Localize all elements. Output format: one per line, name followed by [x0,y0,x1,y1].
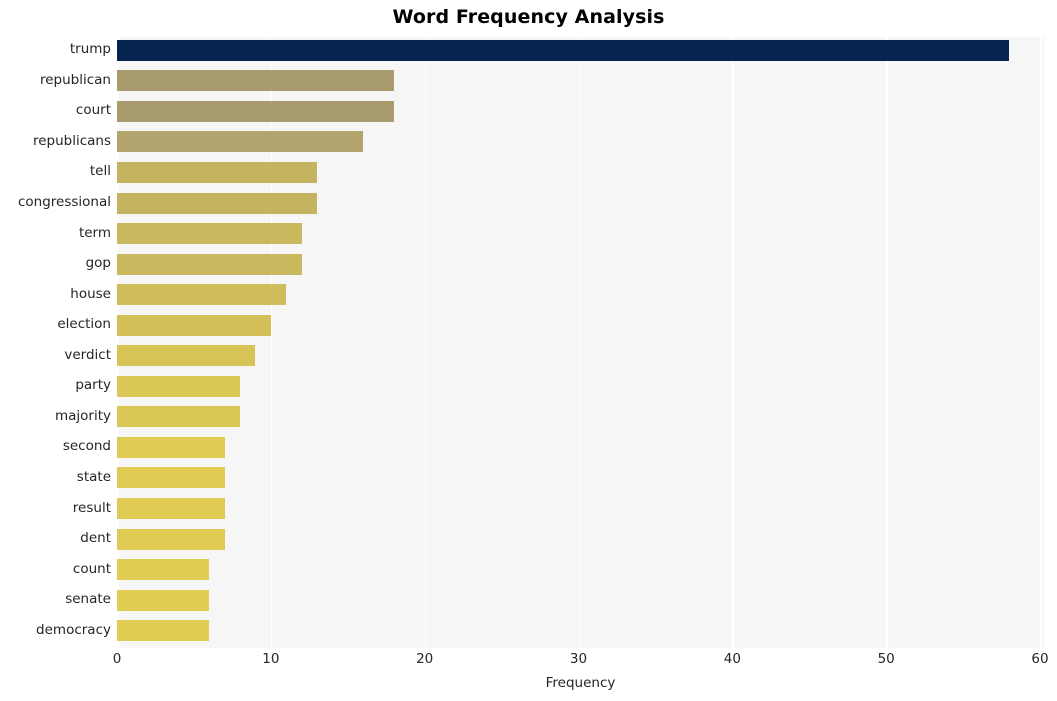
bar-row [117,223,1044,245]
bar-republicans [117,131,364,153]
word-frequency-bar-chart: Word Frequency Analysis trump republican c… [0,0,1057,701]
x-tick-label-50: 50 [877,651,895,667]
x-tick-label-60: 60 [1031,651,1049,667]
bar-row [117,375,1044,397]
bar-second [117,436,225,458]
y-tick-label-trump: trump [69,41,111,58]
y-tick-label-state: state [76,468,111,485]
bar-row [117,314,1044,336]
y-tick-label-election: election [57,316,111,333]
y-tick-label-verdict: verdict [64,346,111,363]
bar-row [117,39,1044,61]
y-tick-label-senate: senate [65,591,111,608]
bar-result [117,498,225,520]
bar-row [117,284,1044,306]
bar-election [117,314,271,336]
x-tick-label-20: 20 [416,651,434,667]
bar-row [117,131,1044,153]
y-tick-label-majority: majority [54,407,111,424]
y-tick-label-dent: dent [80,530,111,547]
bar-term [117,223,302,245]
y-tick-label-result: result [72,499,111,516]
bar-row [117,100,1044,122]
bar-democracy [117,620,210,642]
x-axis-tick-labels: 0 10 20 30 40 50 60 [113,651,1049,671]
x-tick-label-30: 30 [569,651,588,667]
y-tick-label-congressional: congressional [17,194,111,211]
y-tick-label-court: court [75,102,111,119]
plot-area [117,37,1044,648]
y-tick-label-tell: tell [89,163,111,180]
bar-house [117,284,287,306]
bar-republican [117,70,394,92]
bar-row [117,406,1044,428]
bar-row [117,436,1044,458]
bar-row [117,620,1044,642]
y-tick-label-democracy: democracy [36,621,111,638]
y-axis-category-labels: trump republican court republicans tell congr… [0,37,111,648]
y-tick-label-count: count [72,560,111,577]
bar-state [117,467,225,489]
chart-title: Word Frequency Analysis [392,6,665,28]
bar-dent [117,528,225,550]
x-axis-title: Frequency [545,675,616,691]
bar-row [117,192,1044,214]
bar-row [117,161,1044,183]
y-tick-label-house: house [70,285,111,302]
bar-row [117,70,1044,92]
y-tick-label-republicans: republicans [32,132,111,149]
bar-gop [117,253,302,275]
x-tick-label-0: 0 [112,651,122,667]
bar-row [117,589,1044,611]
x-tick-label-40: 40 [723,651,741,667]
bar-verdict [117,345,256,367]
bar-trump [117,39,1010,61]
y-tick-label-republican: republican [39,71,111,88]
bar-row [117,528,1044,550]
bar-congressional [117,192,317,214]
bar-count [117,559,210,581]
y-tick-label-gop: gop [85,255,111,272]
bar-senate [117,589,210,611]
bar-row [117,498,1044,520]
bar-tell [117,161,317,183]
bar-row [117,467,1044,489]
bar-majority [117,406,241,428]
bar-party [117,375,241,397]
bar-row [117,345,1044,367]
bar-court [117,100,394,122]
bars-container [117,37,1044,648]
y-tick-label-second: second [62,438,111,455]
y-tick-label-party: party [75,377,111,394]
x-tick-label-10: 10 [262,651,280,667]
y-tick-label-term: term [78,224,111,241]
bar-row [117,253,1044,275]
bar-row [117,559,1044,581]
